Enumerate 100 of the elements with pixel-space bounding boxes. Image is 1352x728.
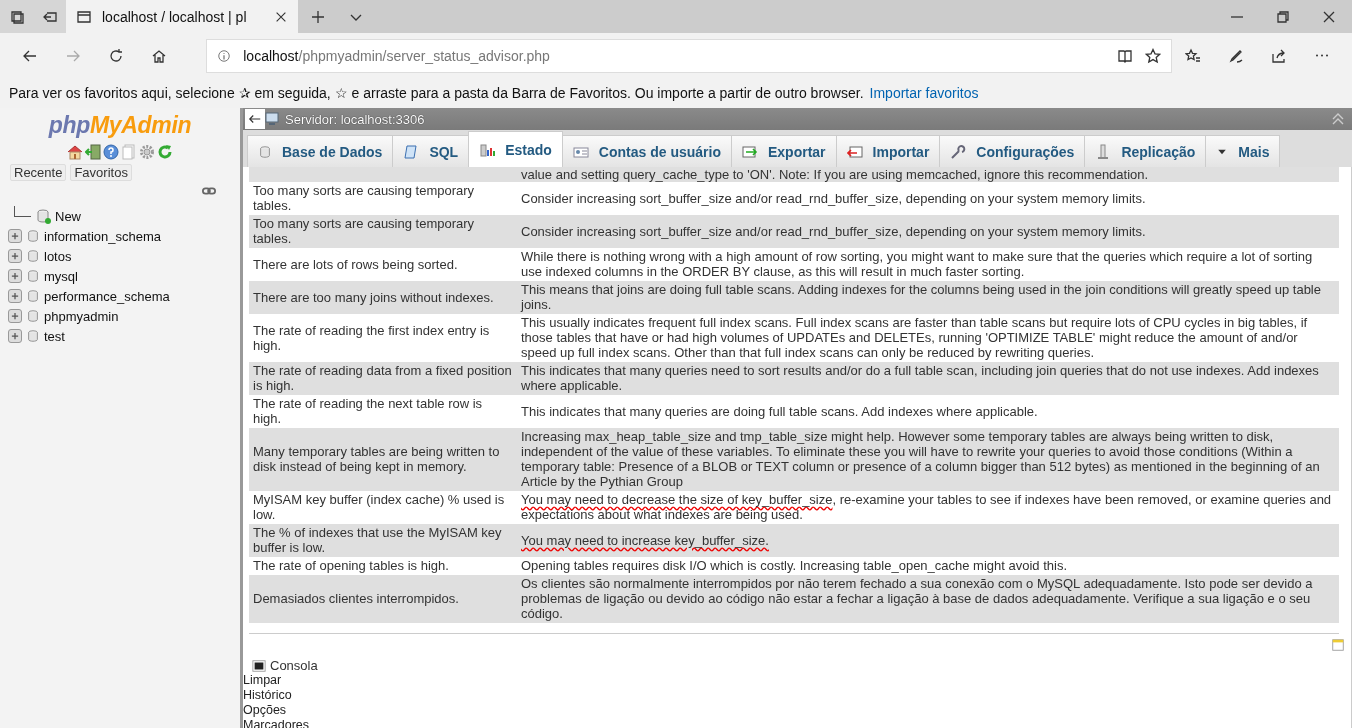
logout-button[interactable] [85, 144, 101, 160]
issue-text: Too many sorts are causing temporary tables. [253, 216, 475, 246]
tree-item[interactable]: performance_schema [44, 288, 170, 304]
tab-groups-button[interactable] [0, 0, 33, 33]
database-icon [26, 269, 40, 283]
favorites-icon [1185, 47, 1202, 64]
server-title: Servidor: localhost:3306 [285, 111, 425, 127]
database-icon [258, 144, 272, 159]
database-icon [26, 289, 40, 303]
tree-item[interactable]: lotos [44, 248, 72, 264]
tree-item[interactable]: mysql [44, 268, 78, 284]
tab[interactable]: Configurações [939, 135, 1086, 167]
reading-view-icon [1116, 47, 1133, 64]
tab[interactable]: Importar [835, 135, 941, 167]
tab[interactable]: Mais [1205, 135, 1281, 167]
recommendation-text: Increasing max_heap_table_size and tmp_table_size might help. However some temporary tables are always being written to disk, independent of the value of these variables. To eliminate these you will have to rewrite your queries to avoid those conditions (Within a temporary table: Presence of a BLOB or TEXT column or presence of a column bigger than 512 bytes) as mentioned in the beginning of an Article by the Pythian Group [521, 429, 1320, 489]
export-icon [742, 143, 758, 160]
reload-button[interactable] [157, 144, 173, 160]
plus-icon [10, 271, 20, 281]
recommendation-text: You may need to decrease the size of key_buffer_size, re-examine your tables to see if indexes have been removed, or examine queries and expectations about what indexes are being used. [521, 492, 1332, 524]
recommendation-text: This means that joins are doing full table scans. Adding indexes for the columns being used in the join conditions will greatly speed up table joins. [521, 282, 1321, 312]
favorites-bar-hint: Para ver os favoritos aqui, selecione ✰ em seguida, ☆ e arraste para a pasta da Barra de Favoritos. Ou importe a partir de outro browser. [9, 85, 864, 101]
tab[interactable]: Contas de usuário [561, 135, 732, 167]
issue-text: The % of indexes that use the MyISAM key buffer is low. [253, 525, 502, 555]
console-icon [252, 658, 266, 673]
windows-icon [8, 8, 25, 25]
plus-icon [10, 291, 20, 301]
plus-icon [10, 331, 20, 341]
plus-icon [10, 231, 20, 241]
set-aside-tabs-button[interactable] [33, 0, 66, 33]
plus-icon [10, 251, 20, 261]
recommendation-text: This indicates that many queries are doing full table scans. Add indexes where applicable. [521, 403, 1038, 419]
console-title[interactable]: Consola [270, 658, 318, 673]
database-icon [26, 249, 40, 263]
console-link[interactable]: Histórico [243, 688, 292, 703]
chart-icon [479, 141, 496, 158]
issue-text: Demasiados clientes interrompidos. [253, 591, 459, 606]
info-icon [217, 48, 232, 63]
reload-icon [157, 144, 173, 160]
expand-button[interactable] [8, 249, 22, 263]
issue-text: MyISAM key buffer (index cache) % used is low. [253, 492, 505, 522]
tab[interactable]: Exportar [731, 135, 837, 167]
database-icon [26, 329, 40, 343]
document-icon [121, 144, 137, 160]
share-icon [1271, 47, 1288, 64]
tab[interactable]: Replicação [1084, 135, 1207, 167]
collapse-button[interactable] [245, 109, 265, 129]
plus-icon [310, 8, 326, 25]
nav-tab-button[interactable]: Favoritos [70, 164, 132, 181]
collapse-icon [1330, 111, 1346, 127]
issue-text: The rate of opening tables is high. [253, 558, 449, 573]
import-icon [846, 143, 863, 160]
address-bar[interactable]: localhost/phpmyadmin/server_status_advisor.php [206, 38, 1172, 73]
database-icon [26, 229, 40, 243]
expand-button[interactable] [8, 329, 22, 343]
recommendation-text: Consider increasing sort_buffer_size and/or read_rnd_buffer_size, depending on your system memory limits. [521, 223, 1146, 239]
help-icon [103, 144, 119, 160]
expand-button[interactable] [8, 229, 22, 243]
tab[interactable]: Base de Dados [247, 135, 394, 167]
settings-button[interactable] [139, 144, 155, 160]
refresh-icon [107, 47, 124, 64]
back-arrow-icon [248, 112, 262, 126]
tab[interactable]: Estado [468, 131, 563, 167]
tree-item[interactable]: phpmyadmin [44, 308, 119, 324]
recommendation-text: value and setting query_cache_type to 'ON'. Note: If you are using memcached, ignore this recommendation. [521, 167, 1149, 182]
page-icon [76, 8, 92, 25]
tree-item[interactable]: New [55, 208, 81, 224]
console-link[interactable]: Limpar [243, 673, 282, 688]
recommendation-text: This indicates that many queries need to sort results and/or do a full table scan, including join queries that do not use indexes. Add indexes where applicable. [521, 363, 1319, 393]
recommendation-text: Os clientes são normalmente interrompidos por não terem fechado a sua conexão com o MySQL adequadamente. Isto pode ser devido a problemas de ligação ou devido ao código não estar a fechar a ligação à base de dados adequadamente. Verifique a sua ligação e o seu código. [521, 576, 1313, 621]
new-database-icon [35, 208, 51, 224]
recommendation-text: While there is nothing wrong with a high amount of row sorting, you might want to make sure that the queries which require a lot of sorting use indexed columns in the ORDER BY clause, as this will result in much faster sorting. [521, 249, 1313, 279]
issue-text: The rate of reading data from a fixed position is high. [253, 363, 512, 393]
help-button[interactable] [103, 144, 119, 160]
plus-icon [10, 311, 20, 321]
tab[interactable]: SQL [392, 135, 470, 167]
home-button[interactable] [67, 144, 83, 160]
database-icon [26, 309, 40, 323]
nav-tab-button[interactable]: Recente [10, 164, 67, 181]
browser-tab[interactable]: localhost / localhost | pl [66, 0, 298, 33]
tree-item[interactable]: test [44, 328, 65, 344]
expand-button[interactable] [8, 309, 22, 323]
console-toggle[interactable]: Consola [252, 658, 1339, 673]
import-favorites-link[interactable]: Importar favoritos [869, 85, 979, 101]
expand-button[interactable] [8, 289, 22, 303]
server-icon [265, 111, 281, 127]
gear-icon [139, 144, 155, 160]
note-icon [1331, 638, 1345, 652]
recommendation-text: Consider increasing sort_buffer_size and/or read_rnd_buffer_size, depending on your system memory limits. [521, 190, 1146, 206]
expand-button[interactable] [8, 269, 22, 283]
issue-text: There are too many joins without indexes. [253, 289, 494, 305]
issue-text: Many temporary tables are being written to disk instead of being kept in memory. [253, 444, 500, 474]
console-link[interactable]: Opções [243, 703, 287, 718]
minimize-icon [1231, 15, 1243, 18]
logo[interactable]: phpMyAdmin [0, 112, 240, 139]
recommendation-text: Opening tables requires disk I/O which is costly. Increasing table_open_cache might avoid this. [521, 558, 1068, 573]
issue-text: There are lots of rows being sorted. [253, 256, 458, 272]
tree-item[interactable]: information_schema [44, 228, 162, 244]
recommendation-text: You may need to increase key_buffer_size. [521, 532, 769, 550]
issue-text: The rate of reading the first index entry is high. [253, 322, 490, 353]
